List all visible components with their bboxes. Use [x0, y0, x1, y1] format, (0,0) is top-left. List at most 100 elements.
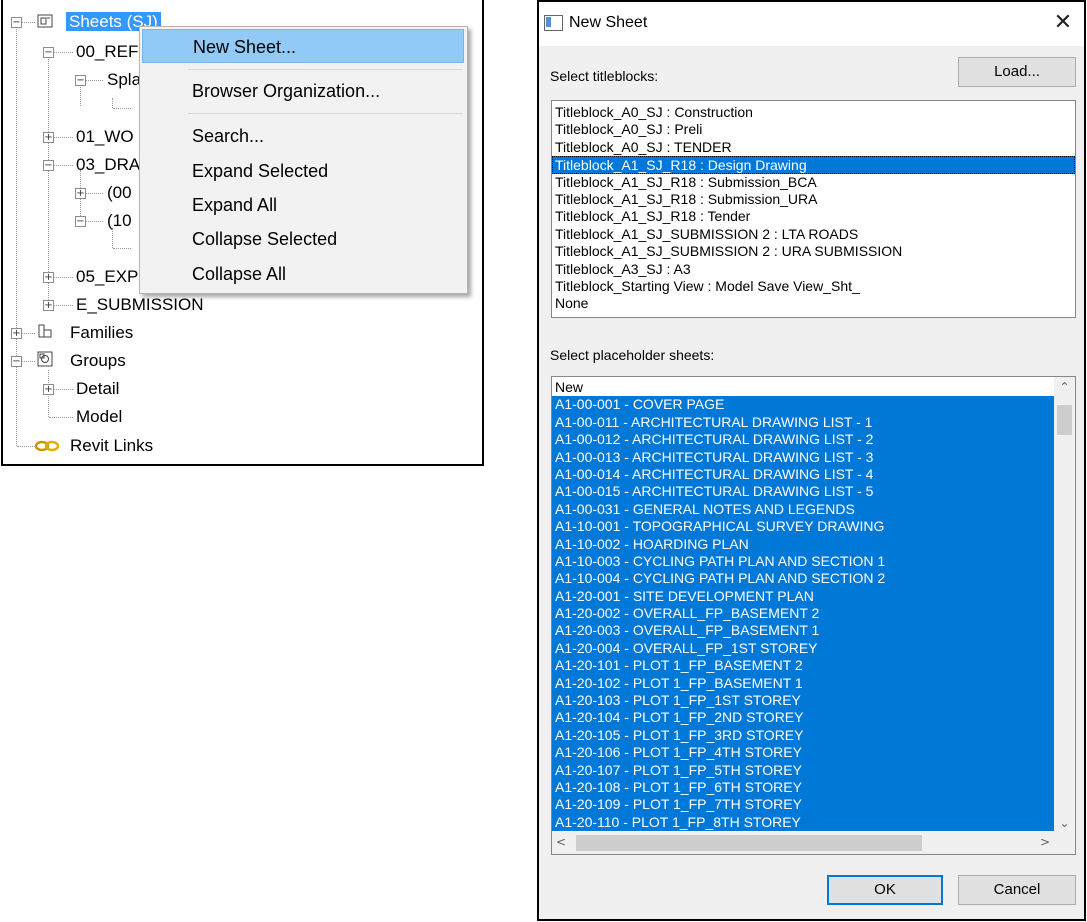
scroll-up-icon[interactable]: ⌃ — [1054, 380, 1075, 394]
collapse-toggle-dra[interactable]: − — [43, 160, 54, 171]
titleblock-list-item[interactable]: Titleblock_A3_SJ : A3 — [552, 261, 1075, 278]
titleblock-list-item[interactable]: Titleblock_A1_SJ_SUBMISSION 2 : URA SUBM… — [552, 243, 1075, 260]
placeholder-sheet-list-item[interactable]: A1-20-108 - PLOT 1_FP_6TH STOREY — [552, 778, 1054, 797]
placeholder-sheet-list-item[interactable]: A1-00-013 - ARCHITECTURAL DRAWING LIST -… — [552, 448, 1054, 466]
families-icon — [38, 324, 52, 338]
titleblock-list-item[interactable]: Titleblock_A1_SJ_R18 : Submission_URA — [552, 191, 1075, 208]
scroll-left-icon[interactable]: < — [556, 835, 566, 849]
collapse-toggle-groups[interactable]: − — [11, 356, 22, 367]
placeholder-sheet-list-item[interactable]: A1-20-102 - PLOT 1_FP_BASEMENT 1 — [552, 674, 1054, 693]
placeholder-sheet-list-item[interactable]: A1-20-105 - PLOT 1_FP_3RD STOREY — [552, 726, 1054, 745]
placeholder-sheets-label: Select placeholder sheets: — [550, 347, 715, 363]
tree-node-wo[interactable]: 01_WO — [76, 125, 134, 149]
placeholder-sheet-list-item[interactable]: A1-10-003 - CYCLING PATH PLAN AND SECTIO… — [552, 552, 1054, 571]
titleblock-list-item[interactable]: Titleblock_A1_SJ_R18 : Design Drawing — [552, 156, 1075, 174]
scroll-corner — [1054, 832, 1075, 854]
titleblock-list-item[interactable]: Titleblock_A0_SJ : Preli — [552, 121, 1075, 138]
horizontal-scroll-thumb[interactable] — [576, 835, 922, 851]
collapse-toggle-10[interactable]: − — [75, 216, 86, 227]
menu-item-expand-selected[interactable]: Expand Selected — [142, 154, 464, 188]
placeholder-sheet-list-item[interactable]: A1-20-001 - SITE DEVELOPMENT PLAN — [552, 587, 1054, 606]
sheets-icon — [37, 14, 53, 28]
cancel-button[interactable]: Cancel — [958, 875, 1076, 905]
tree-node-families[interactable]: Families — [70, 321, 133, 345]
tree-node-spla[interactable]: Spla — [107, 68, 141, 92]
tree-node-exp[interactable]: 05_EXP — [76, 265, 138, 289]
context-menu: New Sheet... Browser Organization... Sea… — [139, 26, 468, 294]
link-icon — [35, 440, 59, 452]
placeholder-sheet-list-item[interactable]: A1-10-002 - HOARDING PLAN — [552, 535, 1054, 553]
menu-item-expand-all[interactable]: Expand All — [142, 188, 464, 222]
tree-node-revit-links[interactable]: Revit Links — [70, 434, 153, 458]
titleblocks-list[interactable]: Titleblock_A0_SJ : Construction Titlebloc… — [551, 100, 1076, 318]
menu-separator — [188, 113, 463, 114]
titleblock-list-item[interactable]: Titleblock_A0_SJ : TENDER — [552, 139, 1075, 156]
placeholder-sheet-list-item[interactable]: A1-20-103 - PLOT 1_FP_1ST STOREY — [552, 692, 1054, 710]
titleblock-list-item[interactable]: Titleblock_A0_SJ : Construction — [552, 104, 1075, 121]
expand-toggle-exp[interactable]: + — [43, 272, 54, 283]
menu-item-browser-organization[interactable]: Browser Organization... — [142, 74, 464, 108]
tree-node-detail[interactable]: Detail — [76, 377, 119, 401]
tree-node-10[interactable]: (10 — [107, 209, 132, 233]
load-button[interactable]: Load... — [958, 57, 1076, 87]
tree-node-groups[interactable]: Groups — [70, 349, 126, 373]
vertical-scrollbar[interactable]: ⌃ ⌄ — [1054, 377, 1075, 832]
tree-node-00[interactable]: (00 — [107, 181, 132, 205]
titleblock-list-item[interactable]: None — [552, 295, 1075, 312]
titleblocks-label: Select titleblocks: — [550, 68, 659, 84]
dialog-title: New Sheet — [569, 14, 648, 31]
new-sheet-dialog: New Sheet ✕ Select titleblocks: Load... … — [537, 0, 1086, 921]
placeholder-sheets-list[interactable]: New A1-00-001 - COVER PAGE A1-00-011 - ARC… — [551, 376, 1076, 855]
placeholder-sheet-list-item[interactable]: A1-00-011 - ARCHITECTURAL DRAWING LIST -… — [552, 413, 1054, 432]
collapse-toggle-sheets[interactable]: − — [11, 17, 22, 28]
placeholder-sheet-list-item[interactable]: A1-00-015 - ARCHITECTURAL DRAWING LIST -… — [552, 483, 1054, 501]
placeholder-sheet-list-item[interactable]: A1-00-031 - GENERAL NOTES AND LEGENDS — [552, 500, 1054, 519]
horizontal-scrollbar[interactable]: < > — [552, 832, 1054, 854]
placeholder-sheet-list-item[interactable]: A1-20-109 - PLOT 1_FP_7TH STOREY — [552, 796, 1054, 814]
scroll-down-icon[interactable]: ⌄ — [1054, 816, 1075, 830]
placeholder-sheet-list-item[interactable]: A1-20-003 - OVERALL_FP_BASEMENT 1 — [552, 622, 1054, 640]
titleblock-list-item[interactable]: Titleblock_A1_SJ_R18 : Tender — [552, 208, 1075, 225]
expand-toggle-families[interactable]: + — [11, 328, 22, 339]
groups-icon — [37, 351, 53, 367]
placeholder-sheet-list-item[interactable]: A1-20-104 - PLOT 1_FP_2ND STOREY — [552, 709, 1054, 727]
placeholder-sheet-list-item[interactable]: New — [552, 379, 1054, 396]
placeholder-sheet-list-item[interactable]: A1-20-002 - OVERALL_FP_BASEMENT 2 — [552, 605, 1054, 623]
menu-separator — [188, 69, 463, 70]
placeholder-sheet-list-item[interactable]: A1-10-004 - CYCLING PATH PLAN AND SECTIO… — [552, 570, 1054, 588]
collapse-toggle-ref[interactable]: − — [43, 47, 54, 58]
placeholder-sheet-list-item[interactable]: A1-00-012 - ARCHITECTURAL DRAWING LIST -… — [552, 431, 1054, 449]
collapse-toggle-spla[interactable]: − — [75, 75, 86, 86]
project-browser: − Sheets (SJ) − 00_REF − Spla + 01_WO − … — [1, 0, 484, 466]
titleblock-list-item[interactable]: Titleblock_A1_SJ_R18 : Submission_BCA — [552, 174, 1075, 191]
vertical-scroll-thumb[interactable] — [1057, 405, 1072, 435]
placeholder-sheet-list-item[interactable]: A1-00-001 - COVER PAGE — [552, 396, 1054, 414]
menu-item-collapse-all[interactable]: Collapse All — [142, 257, 464, 291]
menu-item-search[interactable]: Search... — [142, 119, 464, 153]
placeholder-sheet-list-item[interactable]: A1-10-001 - TOPOGRAPHICAL SURVEY DRAWING — [552, 518, 1054, 536]
revit-app-icon — [544, 15, 563, 31]
menu-item-collapse-selected[interactable]: Collapse Selected — [142, 222, 464, 256]
ok-button[interactable]: OK — [827, 875, 943, 905]
tree-node-submission[interactable]: E_SUBMISSION — [76, 293, 204, 317]
tree-node-model[interactable]: Model — [76, 405, 122, 429]
expand-toggle-00[interactable]: + — [75, 188, 86, 199]
placeholder-sheet-list-item[interactable]: A1-20-110 - PLOT 1_FP_8TH STOREY — [552, 813, 1054, 832]
menu-item-new-sheet[interactable]: New Sheet... — [142, 29, 464, 63]
scroll-right-icon[interactable]: > — [1040, 835, 1050, 849]
placeholder-sheet-list-item[interactable]: A1-20-106 - PLOT 1_FP_4TH STOREY — [552, 744, 1054, 762]
titleblock-list-item[interactable]: Titleblock_Starting View : Model Save Vi… — [552, 278, 1075, 295]
placeholder-sheet-list-item[interactable]: A1-20-107 - PLOT 1_FP_5TH STOREY — [552, 761, 1054, 779]
placeholder-sheet-list-item[interactable]: A1-20-101 - PLOT 1_FP_BASEMENT 2 — [552, 657, 1054, 675]
placeholder-sheet-list-item[interactable]: A1-00-014 - ARCHITECTURAL DRAWING LIST -… — [552, 465, 1054, 484]
dialog-titlebar: New Sheet ✕ — [539, 2, 1084, 46]
close-icon[interactable]: ✕ — [1050, 10, 1076, 36]
expand-toggle-detail[interactable]: + — [43, 384, 54, 395]
tree-node-ref[interactable]: 00_REF — [76, 40, 138, 64]
expand-toggle-submission[interactable]: + — [43, 300, 54, 311]
placeholder-rows: New A1-00-001 - COVER PAGE A1-00-011 - ARC… — [552, 377, 1075, 832]
expand-toggle-wo[interactable]: + — [43, 132, 54, 143]
placeholder-sheet-list-item[interactable]: A1-20-004 - OVERALL_FP_1ST STOREY — [552, 639, 1054, 658]
tree-node-dra[interactable]: 03_DRA — [76, 153, 140, 177]
titleblock-list-item[interactable]: Titleblock_A1_SJ_SUBMISSION 2 : LTA ROAD… — [552, 226, 1075, 243]
